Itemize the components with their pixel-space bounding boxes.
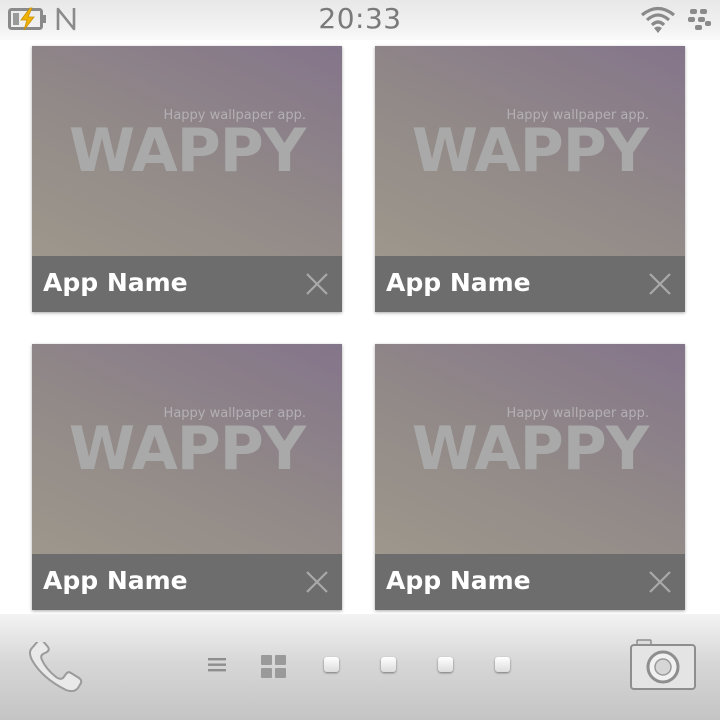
app-card-footer: App Name: [32, 256, 342, 312]
app-logo-text: WAPPY: [411, 116, 649, 186]
grid-icon[interactable]: [260, 654, 288, 684]
app-card-footer: App Name: [32, 554, 342, 610]
blackberry-icon: [686, 8, 712, 36]
list-icon[interactable]: [207, 656, 227, 678]
app-name: App Name: [43, 268, 188, 297]
phone-icon[interactable]: [26, 639, 84, 698]
app-name: App Name: [386, 566, 531, 595]
camera-icon[interactable]: [629, 639, 697, 697]
bottom-dock: [0, 614, 720, 720]
app-card[interactable]: Happy wallpaper app. WAPPY App Name: [375, 344, 685, 610]
page-dot[interactable]: [324, 657, 339, 672]
close-icon[interactable]: [302, 567, 332, 597]
app-card-preview[interactable]: Happy wallpaper app. WAPPY: [375, 46, 685, 256]
page-dot[interactable]: [381, 657, 396, 672]
app-card-preview[interactable]: Happy wallpaper app. WAPPY: [32, 344, 342, 554]
app-card[interactable]: Happy wallpaper app. WAPPY App Name: [32, 344, 342, 610]
close-icon[interactable]: [302, 269, 332, 299]
app-card-footer: App Name: [375, 256, 685, 312]
app-card-preview[interactable]: Happy wallpaper app. WAPPY: [32, 46, 342, 256]
app-card[interactable]: Happy wallpaper app. WAPPY App Name: [32, 46, 342, 312]
app-card-preview[interactable]: Happy wallpaper app. WAPPY: [375, 344, 685, 554]
status-clock: 20:33: [318, 2, 402, 35]
app-name: App Name: [43, 566, 188, 595]
wifi-icon: [640, 6, 676, 38]
app-logo-text: WAPPY: [68, 414, 306, 484]
close-icon[interactable]: [645, 269, 675, 299]
page-dot[interactable]: [438, 657, 453, 672]
status-bar: 20:33: [0, 0, 720, 40]
app-logo-text: WAPPY: [68, 116, 306, 186]
app-logo-text: WAPPY: [411, 414, 649, 484]
app-name: App Name: [386, 268, 531, 297]
page-dot[interactable]: [495, 657, 510, 672]
app-card[interactable]: Happy wallpaper app. WAPPY App Name: [375, 46, 685, 312]
close-icon[interactable]: [645, 567, 675, 597]
app-card-footer: App Name: [375, 554, 685, 610]
